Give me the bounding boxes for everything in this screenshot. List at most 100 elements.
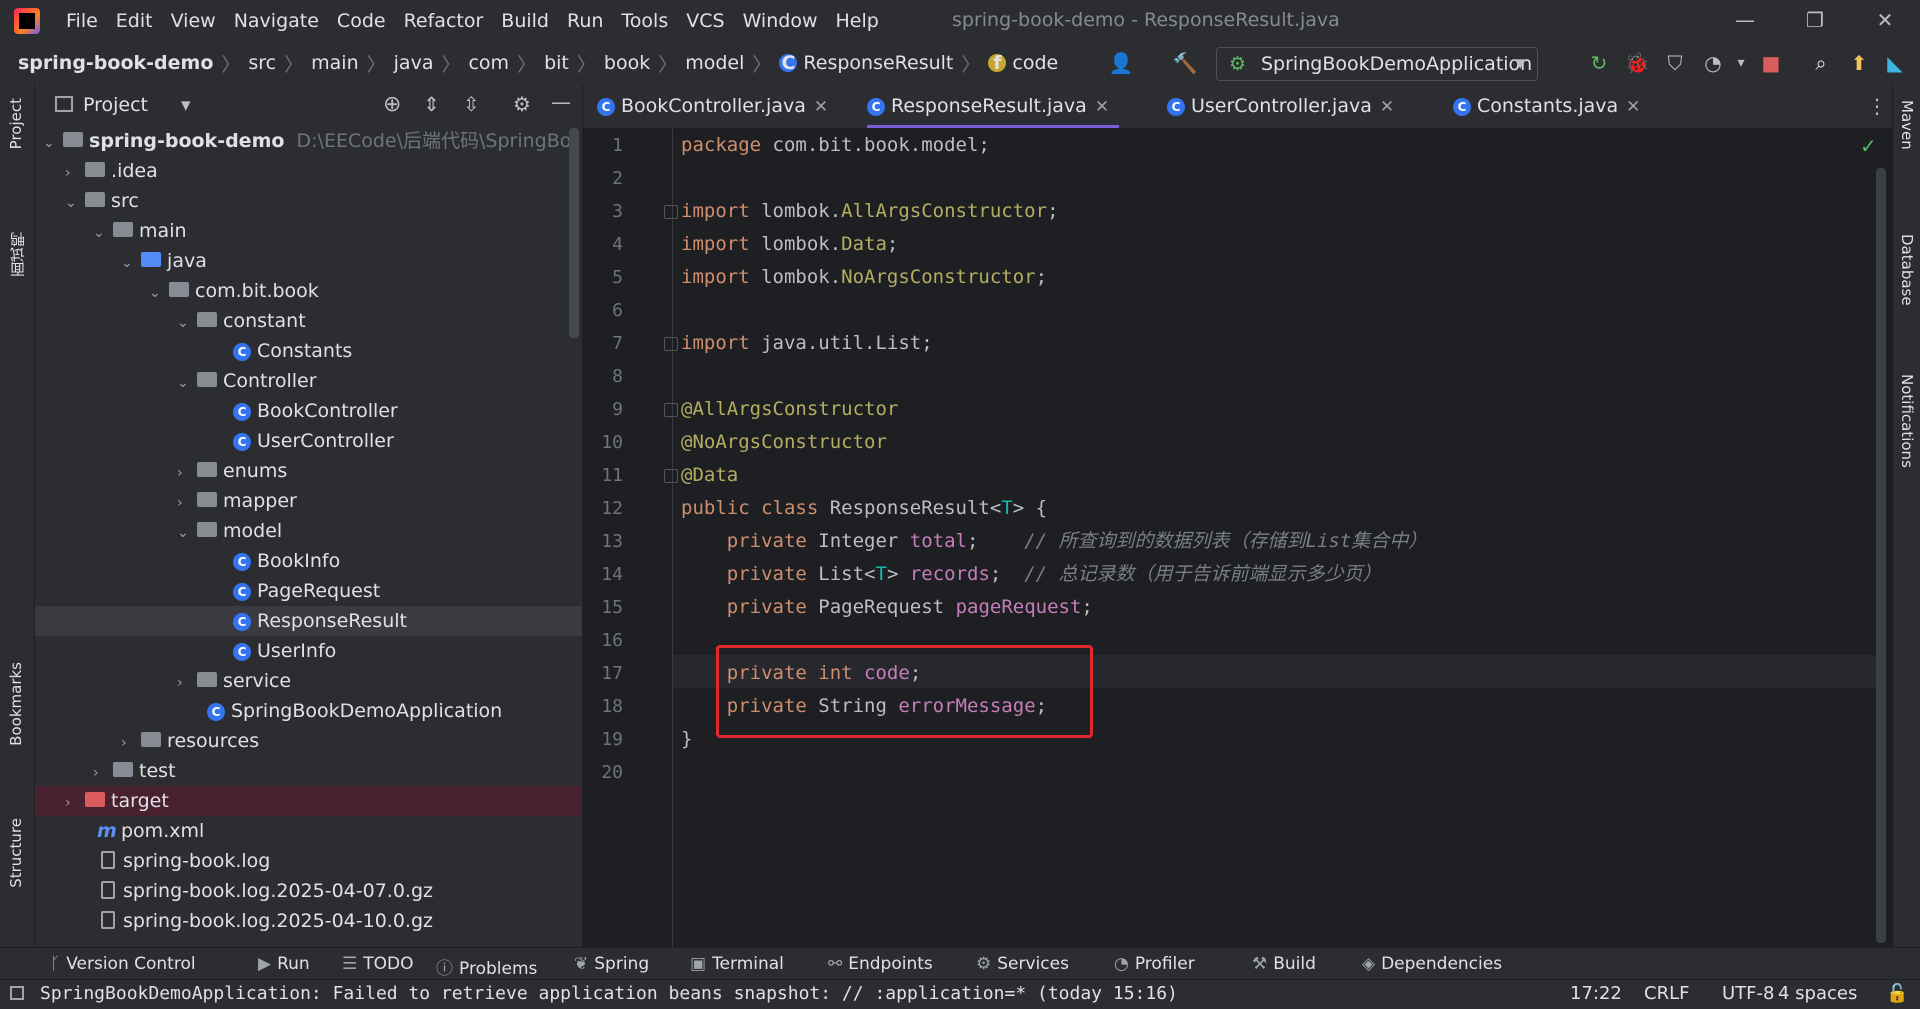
- code-editor[interactable]: package com.bit.book.model; import lombo…: [681, 129, 1881, 947]
- debug-icon[interactable]: 🐞: [1624, 50, 1650, 76]
- tree-row-src[interactable]: ⌄ src: [35, 186, 582, 216]
- expand-all-icon[interactable]: ⇕: [423, 92, 440, 116]
- menu-code[interactable]: Code: [337, 10, 386, 32]
- tree-row-resources[interactable]: › resources: [35, 726, 582, 756]
- fold-marker-icon[interactable]: [664, 205, 678, 219]
- run-button[interactable]: ▶ Run: [258, 954, 310, 974]
- tree-row-application[interactable]: C SpringBookDemoApplication: [35, 696, 582, 726]
- search-icon[interactable]: ⌕: [1808, 50, 1834, 76]
- tree-row-log[interactable]: spring-book.log: [35, 846, 582, 876]
- coverage-icon[interactable]: ⛉: [1662, 50, 1688, 76]
- tree-row-log-0410[interactable]: spring-book.log.2025-04-10.0.gz: [35, 906, 582, 936]
- tree-row-mapper[interactable]: › mapper: [35, 486, 582, 516]
- build-hammer-icon[interactable]: 🔨: [1172, 50, 1198, 76]
- tree-row-main[interactable]: ⌄ main: [35, 216, 582, 246]
- user-icon[interactable]: 👤: [1108, 50, 1134, 76]
- indent-setting[interactable]: 4 spaces: [1778, 983, 1857, 1004]
- tree-row-controller[interactable]: ⌄ Controller: [35, 366, 582, 396]
- todo-button[interactable]: ☰ TODO: [342, 954, 414, 974]
- tree-row-test[interactable]: › test: [35, 756, 582, 786]
- problems-button[interactable]: ⓘ Problems: [436, 954, 537, 979]
- tree-row-service[interactable]: › service: [35, 666, 582, 696]
- caret-position[interactable]: 17:22: [1570, 983, 1622, 1004]
- close-icon[interactable]: ✕: [1380, 97, 1394, 117]
- lock-icon[interactable]: 🔓: [1886, 983, 1908, 1004]
- services-button[interactable]: ⚙ Services: [976, 954, 1069, 974]
- close-icon[interactable]: ✕: [1626, 97, 1640, 117]
- project-scrollbar[interactable]: [569, 128, 579, 338]
- tree-row-responseresult[interactable]: C ResponseResult: [35, 606, 582, 636]
- notifications-tool-button[interactable]: Notifications: [1898, 374, 1916, 468]
- tree-row-constants[interactable]: C Constants: [35, 336, 582, 366]
- maven-tool-button[interactable]: Maven: [1898, 100, 1916, 150]
- tree-row-pom[interactable]: m pom.xml: [35, 816, 582, 846]
- minimize-icon[interactable]: —: [1730, 8, 1760, 34]
- close-icon[interactable]: ✕: [1095, 97, 1109, 117]
- jetbrains-ai-icon[interactable]: ◣: [1882, 50, 1908, 76]
- tree-row-bookcontroller[interactable]: C BookController: [35, 396, 582, 426]
- profiler-button[interactable]: ◔ Profiler: [1114, 954, 1195, 974]
- stop-icon[interactable]: ■: [1758, 50, 1784, 76]
- close-icon[interactable]: ✕: [814, 97, 828, 117]
- breadcrumb-field[interactable]: code: [1012, 52, 1058, 74]
- breadcrumb-com[interactable]: com: [468, 52, 509, 74]
- tree-row-log-0407[interactable]: spring-book.log.2025-04-07.0.gz: [35, 876, 582, 906]
- dependencies-button[interactable]: ◈ Dependencies: [1362, 954, 1502, 974]
- collapse-all-icon[interactable]: ⇳: [463, 92, 480, 116]
- tab-responseresult[interactable]: C ResponseResult.java ✕: [867, 84, 1120, 128]
- close-window-icon[interactable]: ✕: [1870, 8, 1900, 34]
- tree-row-java[interactable]: ⌄ java: [35, 246, 582, 276]
- menu-edit[interactable]: Edit: [116, 10, 153, 32]
- breadcrumb-main[interactable]: main: [311, 52, 358, 74]
- endpoints-button[interactable]: ⚯ Endpoints: [828, 954, 933, 974]
- editor-scrollbar[interactable]: [1876, 168, 1886, 943]
- fold-marker-icon[interactable]: [664, 469, 678, 483]
- version-control-button[interactable]: ᚴ Version Control: [50, 954, 196, 974]
- menu-navigate[interactable]: Navigate: [234, 10, 319, 32]
- gear-icon[interactable]: ⚙: [513, 92, 531, 116]
- tree-row-usercontroller[interactable]: C UserController: [35, 426, 582, 456]
- update-icon[interactable]: ⬆: [1846, 50, 1872, 76]
- breadcrumb-model[interactable]: model: [685, 52, 744, 74]
- breadcrumb-java[interactable]: java: [394, 52, 434, 74]
- mianshiya-tool-button[interactable]: 面试鸭: [7, 232, 28, 277]
- file-encoding[interactable]: UTF-8: [1722, 983, 1774, 1004]
- project-panel-title[interactable]: Project: [83, 94, 148, 116]
- tab-constants[interactable]: C Constants.java ✕: [1453, 84, 1640, 128]
- tab-usercontroller[interactable]: C UserController.java ✕: [1167, 84, 1394, 128]
- terminal-button[interactable]: ▣ Terminal: [690, 954, 784, 974]
- tree-row-model[interactable]: ⌄ model: [35, 516, 582, 546]
- menu-help[interactable]: Help: [835, 10, 878, 32]
- tree-row-constant[interactable]: ⌄ constant: [35, 306, 582, 336]
- structure-tool-button[interactable]: Structure: [7, 818, 25, 888]
- breadcrumb-project[interactable]: spring-book-demo: [18, 52, 213, 74]
- breadcrumb-class[interactable]: ResponseResult: [803, 52, 953, 74]
- toggle-tool-windows-icon[interactable]: [10, 986, 24, 1000]
- tree-row-enums[interactable]: › enums: [35, 456, 582, 486]
- menu-build[interactable]: Build: [501, 10, 549, 32]
- menu-file[interactable]: File: [66, 10, 98, 32]
- tree-row-bookinfo[interactable]: C BookInfo: [35, 546, 582, 576]
- tree-row-userinfo[interactable]: C UserInfo: [35, 636, 582, 666]
- tree-row-target[interactable]: › target: [35, 786, 582, 816]
- spring-button[interactable]: ❦ Spring: [574, 954, 649, 974]
- project-tool-button[interactable]: Project: [7, 98, 25, 149]
- intellij-logo-icon[interactable]: [14, 8, 40, 34]
- breadcrumb-src[interactable]: src: [248, 52, 276, 74]
- build-button[interactable]: ⚒ Build: [1252, 954, 1316, 974]
- run-configuration-select[interactable]: ⚙ SpringBookDemoApplication ▾: [1216, 47, 1538, 81]
- status-message[interactable]: SpringBookDemoApplication: Failed to ret…: [40, 983, 1178, 1004]
- breadcrumb-book[interactable]: book: [604, 52, 650, 74]
- restore-icon[interactable]: ❐: [1800, 8, 1830, 34]
- bookmarks-tool-button[interactable]: Bookmarks: [7, 662, 25, 746]
- fold-marker-icon[interactable]: [664, 403, 678, 417]
- more-tabs-icon[interactable]: ⋮: [1867, 94, 1887, 118]
- line-separator[interactable]: CRLF: [1644, 983, 1689, 1004]
- no-problems-check-icon[interactable]: ✓: [1860, 134, 1877, 158]
- database-tool-button[interactable]: Database: [1898, 234, 1916, 306]
- menu-run[interactable]: Run: [567, 10, 603, 32]
- hide-panel-icon[interactable]: —: [551, 90, 571, 114]
- tree-row-package[interactable]: ⌄ com.bit.book: [35, 276, 582, 306]
- rerun-icon[interactable]: ↻: [1586, 50, 1612, 76]
- tab-bookcontroller[interactable]: C BookController.java ✕: [597, 84, 828, 128]
